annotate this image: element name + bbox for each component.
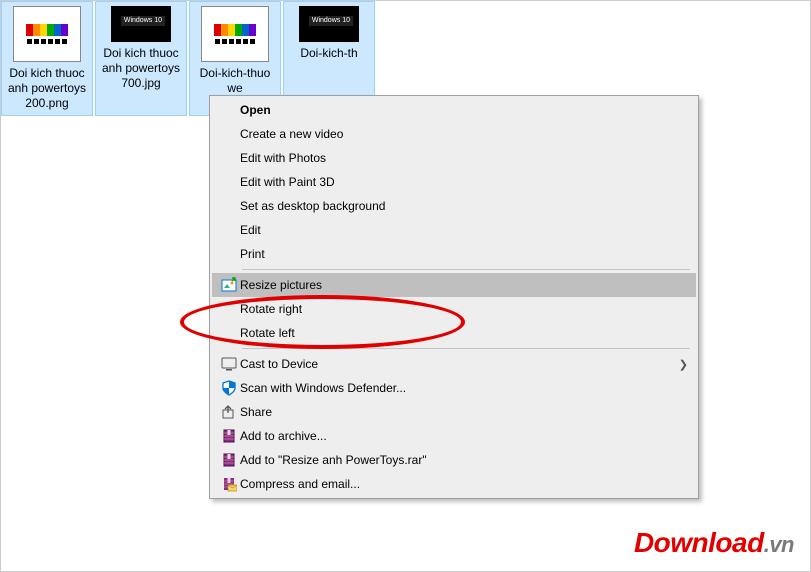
resize-icon (218, 277, 240, 293)
menu-separator (242, 269, 690, 270)
file-item[interactable]: Doi kich thuoc anh powertoys 200.png (1, 1, 93, 116)
thumbnail: Windows 10 (111, 6, 171, 42)
menu-rotate-left[interactable]: Rotate left (212, 321, 696, 345)
menu-open[interactable]: Open (212, 98, 696, 122)
thumbnail (13, 6, 81, 62)
cast-icon (218, 356, 240, 372)
thumbnail: Windows 10 (299, 6, 359, 42)
archive-icon (218, 428, 240, 444)
menu-add-archive[interactable]: Add to archive... (212, 424, 696, 448)
menu-set-background[interactable]: Set as desktop background (212, 194, 696, 218)
file-label: Doi-kich-th (300, 46, 357, 61)
file-item[interactable]: Windows 10 Doi kich thuoc anh powertoys … (95, 1, 187, 116)
menu-cast-to-device[interactable]: Cast to Device ❯ (212, 352, 696, 376)
shield-icon (218, 380, 240, 396)
menu-print[interactable]: Print (212, 242, 696, 266)
menu-edit-paint3d[interactable]: Edit with Paint 3D (212, 170, 696, 194)
menu-add-to-rar[interactable]: Add to "Resize anh PowerToys.rar" (212, 448, 696, 472)
menu-windows-defender[interactable]: Scan with Windows Defender... (212, 376, 696, 400)
menu-resize-pictures[interactable]: Resize pictures (212, 273, 696, 297)
share-icon (218, 404, 240, 420)
menu-compress-email[interactable]: Compress and email... (212, 472, 696, 496)
file-label: Doi kich thuoc anh powertoys 200.png (4, 66, 90, 111)
menu-edit[interactable]: Edit (212, 218, 696, 242)
chevron-right-icon: ❯ (679, 358, 688, 371)
menu-share[interactable]: Share (212, 400, 696, 424)
archive-icon (218, 452, 240, 468)
file-label: Doi-kich-thuo we (200, 66, 271, 96)
watermark: Download.vn (634, 527, 794, 559)
menu-edit-photos[interactable]: Edit with Photos (212, 146, 696, 170)
menu-rotate-right[interactable]: Rotate right (212, 297, 696, 321)
thumbnail (201, 6, 269, 62)
windows-badge: Windows 10 (309, 16, 353, 26)
windows-badge: Windows 10 (121, 16, 165, 26)
file-label: Doi kich thuoc anh powertoys 700.jpg (98, 46, 184, 91)
context-menu: Open Create a new video Edit with Photos… (209, 95, 699, 499)
archive-email-icon (218, 476, 240, 492)
menu-create-video[interactable]: Create a new video (212, 122, 696, 146)
menu-separator (242, 348, 690, 349)
